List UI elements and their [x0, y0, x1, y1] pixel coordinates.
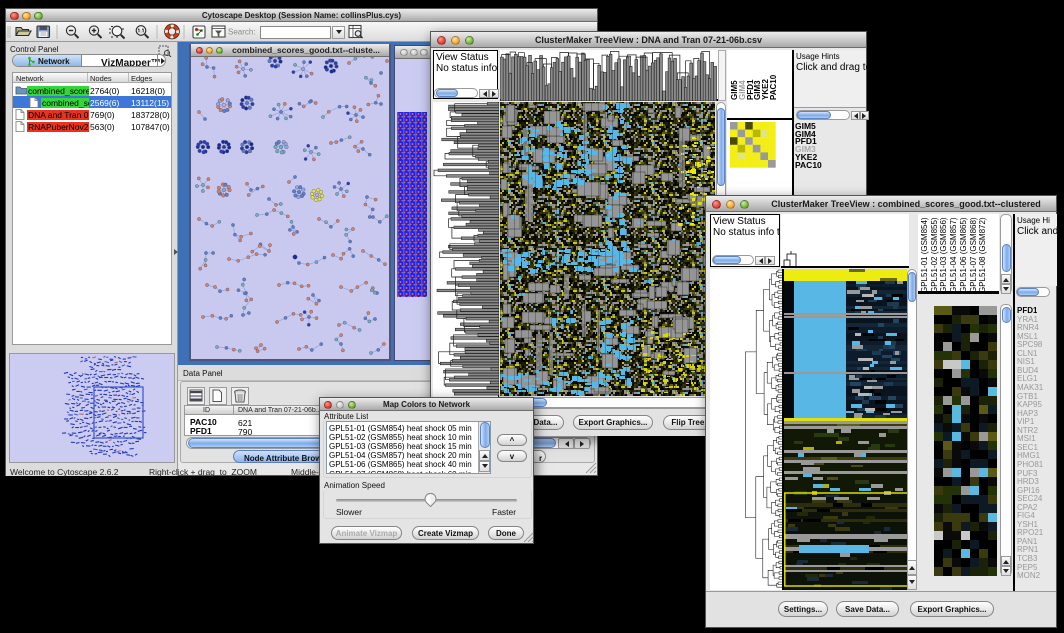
svg-text:Search:: Search:: [228, 28, 256, 37]
